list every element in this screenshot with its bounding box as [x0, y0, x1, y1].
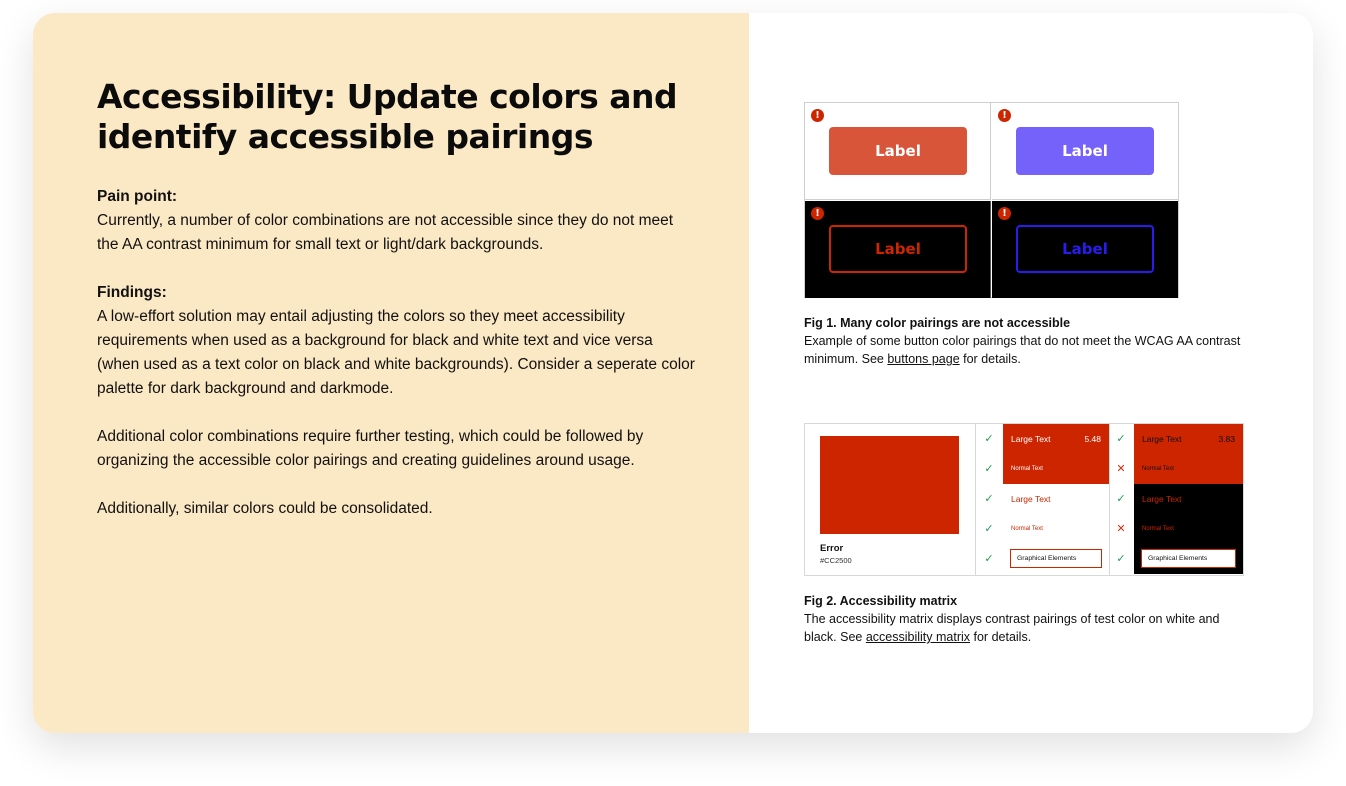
matrix-cell: Large Text 3.83	[1134, 424, 1243, 454]
matrix-cell-label: Normal Text	[1011, 466, 1043, 472]
matrix-cell: Normal Text	[1003, 514, 1109, 544]
pain-point-label: Pain point:	[97, 188, 178, 205]
matrix-row: ✓ Large Text 3.83	[1109, 424, 1243, 454]
findings-text: A low-effort solution may entail adjusti…	[97, 308, 695, 397]
body-copy: Pain point: Currently, a number of color…	[97, 185, 697, 545]
cross-icon: ✕	[1116, 463, 1126, 475]
sample-button: Label	[829, 225, 967, 273]
button-pairings-figure: ! Label ! Label ! Label ! Label	[804, 102, 1179, 298]
matrix-row: ✓ Large Text	[975, 484, 1109, 514]
matrix-row: ✓ Large Text	[1109, 484, 1243, 514]
check-icon: ✓	[1116, 493, 1126, 505]
swatch-name: Error	[820, 543, 844, 554]
graphical-elements-box: Graphical Elements	[1141, 549, 1236, 568]
sample-button: Label	[829, 127, 967, 175]
findings-section: Findings: A low-effort solution may enta…	[97, 281, 697, 401]
matrix-cell: Large Text	[1134, 484, 1243, 514]
button-sample-black-blue: ! Label	[992, 201, 1178, 298]
matrix-row: ✓ Graphical Elements	[1109, 544, 1243, 574]
matrix-cell: Normal Text	[1134, 514, 1243, 544]
matrix-row: ✓ Graphical Elements	[975, 544, 1109, 574]
additional-testing-paragraph: Additional color combinations require fu…	[97, 428, 644, 469]
check-icon: ✓	[984, 493, 994, 505]
matrix-cell: Graphical Elements	[1003, 544, 1109, 574]
page-title: Accessibility: Update colors and identif…	[97, 77, 678, 156]
button-sample-white-purple: ! Label	[992, 103, 1178, 200]
matrix-cell-label: Normal Text	[1142, 466, 1174, 472]
matrix-cell-label: Large Text	[1011, 494, 1051, 504]
matrix-cell: Graphical Elements	[1134, 544, 1243, 574]
matrix-cell: Large Text 5.48	[1003, 424, 1109, 454]
graphical-elements-box: Graphical Elements	[1010, 549, 1102, 568]
sample-button: Label	[1016, 225, 1154, 273]
cross-icon: ✕	[1116, 523, 1126, 535]
color-swatch	[820, 436, 959, 534]
check-icon: ✓	[1116, 553, 1126, 565]
matrix-row: ✕ Normal Text	[1109, 454, 1243, 484]
contrast-ratio: 5.48	[1084, 434, 1101, 444]
fig1-caption-text: Example of some button color pairings th…	[804, 334, 1241, 366]
matrix-cell: Normal Text	[1003, 454, 1109, 484]
matrix-cell-label: Normal Text	[1011, 526, 1043, 532]
contrast-ratio: 3.83	[1218, 434, 1235, 444]
matrix-cell: Normal Text	[1134, 454, 1243, 484]
findings-label: Findings:	[97, 284, 167, 301]
fig2-caption: Fig 2. Accessibility matrix The accessib…	[804, 592, 1244, 646]
matrix-row: ✓ Large Text 5.48	[975, 424, 1109, 454]
fig2-caption-text-end: for details.	[970, 630, 1032, 644]
left-panel: Accessibility: Update colors and identif…	[33, 13, 749, 733]
exclamation-circle-icon: !	[998, 207, 1011, 220]
matrix-cell-label: Large Text	[1142, 494, 1182, 504]
matrix-cell-label: Large Text	[1142, 434, 1182, 444]
matrix-cell-label: Normal Text	[1142, 526, 1174, 532]
accessibility-matrix-link[interactable]: accessibility matrix	[866, 630, 970, 644]
swatch-hex: #CC2500	[820, 556, 852, 565]
pain-point-text: Currently, a number of color combination…	[97, 212, 674, 253]
matrix-row: ✓ Normal Text	[975, 454, 1109, 484]
matrix-cell: Large Text	[1003, 484, 1109, 514]
consolidate-paragraph: Additionally, similar colors could be co…	[97, 500, 433, 517]
check-icon: ✓	[984, 523, 994, 535]
buttons-page-link[interactable]: buttons page	[887, 352, 959, 366]
exclamation-circle-icon: !	[998, 109, 1011, 122]
button-sample-white-red: ! Label	[805, 103, 991, 200]
pain-point-section: Pain point: Currently, a number of color…	[97, 185, 697, 257]
fig1-caption: Fig 1. Many color pairings are not acces…	[804, 314, 1244, 368]
fig1-caption-title: Fig 1. Many color pairings are not acces…	[804, 316, 1071, 330]
check-icon: ✓	[984, 433, 994, 445]
matrix-row: ✕ Normal Text	[1109, 514, 1243, 544]
accessibility-matrix-figure: Error #CC2500 ✓ Large Text 5.48 ✓ Normal…	[804, 423, 1244, 576]
matrix-cell-label: Large Text	[1011, 434, 1051, 444]
check-icon: ✓	[984, 463, 994, 475]
check-icon: ✓	[984, 553, 994, 565]
sample-button: Label	[1016, 127, 1154, 175]
matrix-row: ✓ Normal Text	[975, 514, 1109, 544]
check-icon: ✓	[1116, 433, 1126, 445]
fig2-caption-title: Fig 2. Accessibility matrix	[804, 594, 958, 608]
button-sample-black-red: ! Label	[805, 201, 991, 298]
exclamation-circle-icon: !	[811, 109, 824, 122]
fig1-caption-text-end: for details.	[959, 352, 1021, 366]
exclamation-circle-icon: !	[811, 207, 824, 220]
page-card: Accessibility: Update colors and identif…	[33, 13, 1313, 733]
